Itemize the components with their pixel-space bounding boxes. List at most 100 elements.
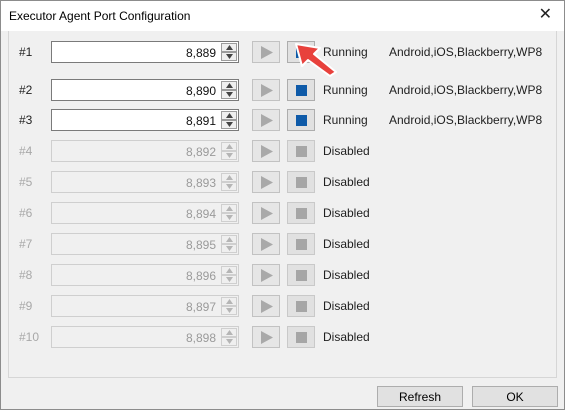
stop-button — [287, 295, 315, 317]
port-row: #9 8,897 Disabled — [9, 295, 556, 319]
play-icon — [261, 46, 273, 59]
platforms-text: Android,iOS,Blackberry,WP8 — [389, 45, 543, 59]
port-row: #5 8,893 Disabled — [9, 171, 556, 195]
chevron-up-icon — [221, 328, 237, 337]
port-spinner[interactable] — [221, 111, 237, 129]
chevron-down-icon — [221, 151, 237, 160]
play-icon — [261, 238, 273, 251]
start-button — [252, 233, 280, 255]
status-text: Disabled — [323, 330, 370, 344]
port-row: #7 8,895 Disabled — [9, 233, 556, 257]
stop-icon — [296, 146, 307, 157]
chevron-up-icon[interactable] — [221, 81, 237, 90]
status-text: Disabled — [323, 268, 370, 282]
close-icon[interactable]: ✕ — [539, 6, 552, 24]
chevron-up-icon[interactable] — [221, 111, 237, 120]
port-value: 8,896 — [185, 269, 216, 283]
row-label: #9 — [19, 299, 33, 313]
port-input[interactable]: 8,889 — [51, 41, 239, 63]
stop-button — [287, 140, 315, 162]
port-value: 8,897 — [185, 300, 216, 314]
start-button — [252, 140, 280, 162]
port-input: 8,896 — [51, 264, 239, 286]
stop-icon — [296, 115, 307, 126]
status-text: Running — [323, 83, 368, 97]
start-button — [252, 171, 280, 193]
chevron-down-icon — [221, 182, 237, 191]
port-input[interactable]: 8,890 — [51, 79, 239, 101]
refresh-button[interactable]: Refresh — [377, 386, 463, 407]
play-icon — [261, 269, 273, 282]
port-input: 8,894 — [51, 202, 239, 224]
chevron-up-icon[interactable] — [221, 43, 237, 52]
port-spinner — [221, 142, 237, 160]
port-input: 8,895 — [51, 233, 239, 255]
port-row: #2 8,890 Running Android,iOS,Blackberry,… — [9, 79, 556, 103]
title-bar: Executor Agent Port Configuration ✕ — [1, 1, 564, 31]
play-icon — [261, 114, 273, 127]
stop-icon — [296, 208, 307, 219]
status-text: Disabled — [323, 237, 370, 251]
chevron-down-icon — [221, 213, 237, 222]
stop-button[interactable] — [287, 109, 315, 131]
play-icon — [261, 176, 273, 189]
chevron-down-icon — [221, 337, 237, 346]
chevron-up-icon — [221, 173, 237, 182]
start-button[interactable] — [252, 109, 280, 131]
port-spinner — [221, 328, 237, 346]
port-input[interactable]: 8,891 — [51, 109, 239, 131]
play-icon — [261, 145, 273, 158]
port-input: 8,897 — [51, 295, 239, 317]
port-spinner — [221, 266, 237, 284]
play-icon — [261, 207, 273, 220]
port-value: 8,892 — [185, 145, 216, 159]
chevron-down-icon[interactable] — [221, 52, 237, 61]
row-label: #6 — [19, 206, 33, 220]
start-button — [252, 202, 280, 224]
port-value: 8,895 — [185, 238, 216, 252]
port-spinner — [221, 173, 237, 191]
chevron-up-icon — [221, 297, 237, 306]
port-spinner — [221, 235, 237, 253]
port-row: #10 8,898 Disabled — [9, 326, 556, 350]
chevron-up-icon — [221, 266, 237, 275]
status-text: Disabled — [323, 299, 370, 313]
status-text: Disabled — [323, 175, 370, 189]
status-text: Disabled — [323, 206, 370, 220]
port-input: 8,892 — [51, 140, 239, 162]
play-icon — [261, 331, 273, 344]
port-spinner[interactable] — [221, 81, 237, 99]
row-label: #10 — [19, 330, 40, 344]
port-row: #3 8,891 Running Android,iOS,Blackberry,… — [9, 109, 556, 133]
start-button[interactable] — [252, 41, 280, 63]
platforms-text: Android,iOS,Blackberry,WP8 — [389, 83, 543, 97]
port-input: 8,893 — [51, 171, 239, 193]
stop-icon — [296, 85, 307, 96]
ok-button[interactable]: OK — [472, 386, 558, 407]
port-row: #6 8,894 Disabled — [9, 202, 556, 226]
row-label: #8 — [19, 268, 33, 282]
status-text: Running — [323, 113, 368, 127]
chevron-down-icon — [221, 275, 237, 284]
start-button — [252, 326, 280, 348]
chevron-down-icon[interactable] — [221, 90, 237, 99]
start-button — [252, 264, 280, 286]
stop-button — [287, 171, 315, 193]
status-text: Disabled — [323, 144, 370, 158]
port-spinner[interactable] — [221, 43, 237, 61]
port-config-dialog: Executor Agent Port Configuration ✕ #1 8… — [0, 0, 565, 410]
port-value: 8,890 — [185, 84, 216, 98]
stop-button[interactable] — [287, 79, 315, 101]
port-row: #1 8,889 Running Android,iOS,Blackberry,… — [9, 41, 556, 65]
start-button[interactable] — [252, 79, 280, 101]
window-title: Executor Agent Port Configuration — [9, 9, 191, 23]
chevron-down-icon[interactable] — [221, 120, 237, 129]
row-label: #2 — [19, 83, 33, 97]
stop-button — [287, 326, 315, 348]
stop-button — [287, 264, 315, 286]
ports-panel: #1 8,889 Running Android,iOS,Blackberry,… — [8, 31, 557, 378]
port-value: 8,891 — [185, 114, 216, 128]
port-spinner — [221, 204, 237, 222]
port-input: 8,898 — [51, 326, 239, 348]
row-label: #1 — [19, 45, 33, 59]
